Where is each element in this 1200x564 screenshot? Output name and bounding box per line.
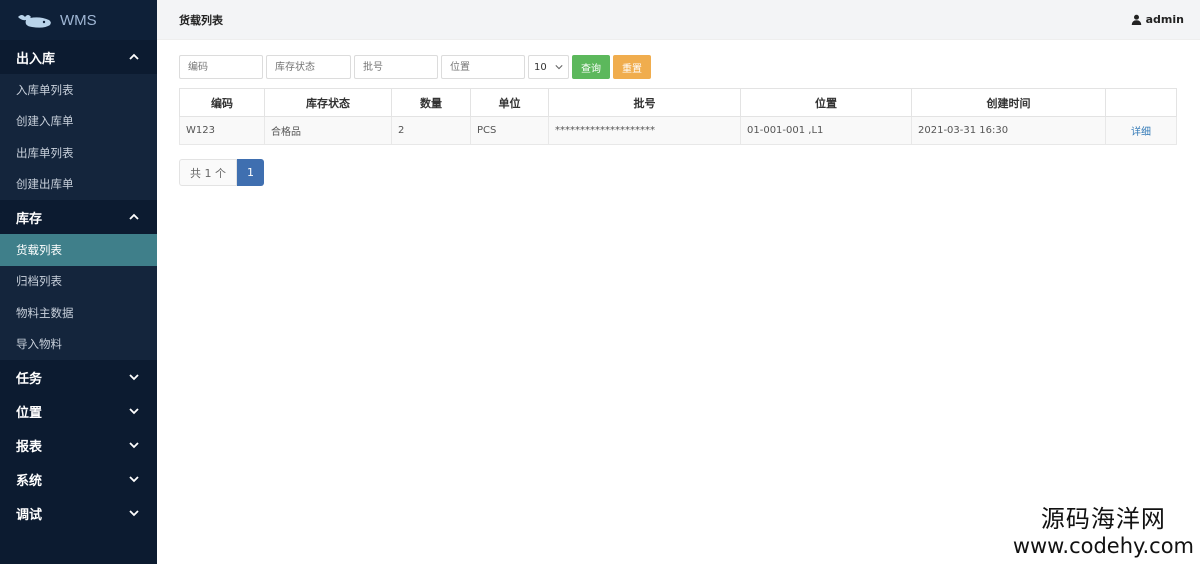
batch-input[interactable]	[354, 55, 438, 79]
filter-bar: 10 查询 重置	[179, 55, 654, 79]
column-header-batch[interactable]: 批号	[548, 88, 741, 117]
whale-logo-icon	[18, 15, 51, 28]
sidebar-item-import-material[interactable]: 导入物料	[0, 329, 157, 361]
column-header-status[interactable]: 库存状态	[264, 88, 392, 117]
sidebar-group-inout[interactable]: 出入库	[0, 40, 157, 74]
cell-status: 合格品	[264, 116, 392, 145]
page-size-value: 10	[534, 61, 547, 73]
chevron-up-icon	[129, 53, 139, 60]
sidebar-item-material-master[interactable]: 物料主数据	[0, 297, 157, 329]
sidebar-group-label: 出入库	[16, 51, 56, 67]
chevron-down-icon	[129, 442, 139, 449]
code-input[interactable]	[179, 55, 263, 79]
cell-code: W123	[179, 116, 265, 145]
sidebar-item-inbound-list[interactable]: 入库单列表	[0, 74, 157, 106]
cell-batch: ********************	[548, 116, 741, 145]
topbar: 货载列表 admin	[157, 0, 1200, 40]
column-header-code[interactable]: 编码	[179, 88, 265, 117]
load-table: 编码 库存状态 数量 单位 批号 位置 创建时间 W123 合格品 2 PCS …	[179, 88, 1177, 145]
pagination-total: 共 1 个	[179, 159, 237, 186]
sidebar-group-items: 货载列表 归档列表 物料主数据 导入物料	[0, 234, 157, 360]
page-size-select[interactable]: 10	[528, 55, 569, 79]
status-input[interactable]	[266, 55, 351, 79]
sidebar-item-create-outbound[interactable]: 创建出库单	[0, 169, 157, 201]
sidebar-group-label: 调试	[16, 507, 43, 523]
sidebar-group-label: 系统	[16, 473, 43, 489]
chevron-down-icon	[129, 408, 139, 415]
brand-name: WMS	[60, 11, 97, 29]
column-header-location[interactable]: 位置	[740, 88, 912, 117]
sidebar-item-outbound-list[interactable]: 出库单列表	[0, 137, 157, 169]
sidebar-item-load-list[interactable]: 货载列表	[0, 234, 157, 266]
main-content: 10 查询 重置 编码 库存状态 数量 单位 批号 位置 创建时间 W123 合…	[157, 40, 1200, 564]
chevron-down-icon	[555, 65, 563, 70]
page-title: 货载列表	[179, 13, 223, 27]
table-header-row: 编码 库存状态 数量 单位 批号 位置 创建时间	[179, 88, 1177, 117]
sidebar-group-reports[interactable]: 报表	[0, 428, 157, 462]
chevron-up-icon	[129, 213, 139, 220]
location-input[interactable]	[441, 55, 525, 79]
pagination-page-1[interactable]: 1	[237, 159, 264, 186]
table-row[interactable]: W123 合格品 2 PCS ******************** 01-0…	[179, 116, 1177, 145]
sidebar-group-debug[interactable]: 调试	[0, 496, 157, 530]
sidebar-group-locations[interactable]: 位置	[0, 394, 157, 428]
cell-created: 2021-03-31 16:30	[911, 116, 1106, 145]
sidebar-group-label: 报表	[16, 439, 43, 455]
column-header-unit[interactable]: 单位	[470, 88, 549, 117]
cell-unit: PCS	[470, 116, 549, 145]
user-name: admin	[1145, 13, 1184, 26]
brand[interactable]: WMS	[0, 0, 157, 40]
query-button[interactable]: 查询	[572, 55, 610, 79]
sidebar: WMS 出入库 入库单列表 创建入库单 出库单列表 创建出库单 库存 货载列表 …	[0, 0, 157, 564]
chevron-down-icon	[129, 374, 139, 381]
sidebar-item-archive-list[interactable]: 归档列表	[0, 266, 157, 298]
sidebar-group-inventory[interactable]: 库存	[0, 200, 157, 234]
reset-button[interactable]: 重置	[613, 55, 651, 79]
watermark: 源码海洋网 www.codehy.com	[1013, 499, 1194, 558]
sidebar-group-system[interactable]: 系统	[0, 462, 157, 496]
sidebar-group-label: 位置	[16, 405, 43, 421]
detail-link[interactable]: 详细	[1105, 116, 1177, 145]
pagination: 共 1 个 1	[179, 159, 264, 186]
sidebar-group-items: 入库单列表 创建入库单 出库单列表 创建出库单	[0, 74, 157, 200]
cell-location: 01-001-001 ,L1	[740, 116, 912, 145]
column-header-created[interactable]: 创建时间	[911, 88, 1106, 117]
sidebar-item-create-inbound[interactable]: 创建入库单	[0, 106, 157, 138]
user-icon	[1131, 14, 1141, 25]
sidebar-group-label: 任务	[16, 371, 43, 387]
column-header-actions	[1105, 88, 1177, 117]
watermark-cn: 源码海洋网	[1040, 505, 1166, 533]
column-header-quantity[interactable]: 数量	[391, 88, 471, 117]
sidebar-group-label: 库存	[16, 211, 43, 227]
chevron-down-icon	[129, 510, 139, 517]
chevron-down-icon	[129, 476, 139, 483]
cell-quantity: 2	[391, 116, 471, 145]
user-menu[interactable]: admin	[1131, 13, 1184, 26]
watermark-url: www.codehy.com	[1012, 534, 1194, 558]
sidebar-group-tasks[interactable]: 任务	[0, 360, 157, 394]
